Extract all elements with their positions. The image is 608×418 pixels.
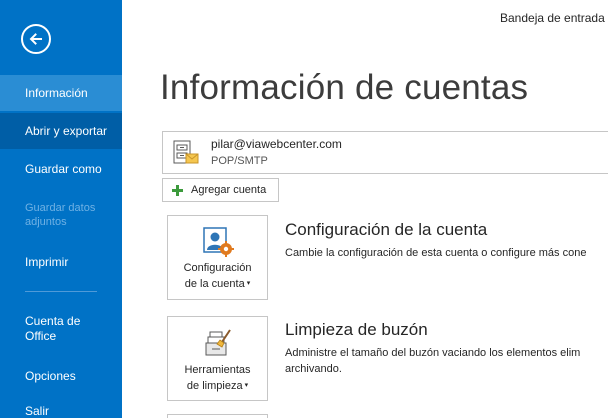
nav-item-informacion[interactable]: Información — [0, 75, 122, 111]
tile-label-line1: Herramientas — [184, 364, 251, 376]
tile-label-line1: Configuración — [183, 262, 252, 274]
section-desc-line1: Administre el tamaño del buzón vaciando … — [285, 347, 581, 359]
window-title: Bandeja de entrada - — [500, 11, 608, 25]
nav-item-label: Abrir y exportar — [25, 123, 108, 138]
nav-item-salir[interactable]: Salir — [0, 396, 122, 418]
nav-item-label: Información — [25, 85, 88, 100]
dropdown-caret-icon: ▾ — [244, 382, 249, 389]
account-email: pilar@viawebcenter.com — [211, 137, 342, 151]
add-account-label: Agregar cuenta — [191, 184, 267, 196]
tile-label-line2: de la cuenta — [184, 278, 245, 290]
account-selector[interactable]: pilar@viawebcenter.com POP/SMTP — [162, 131, 608, 174]
nav-item-label: Guardar datos adjuntos — [25, 202, 96, 228]
nav-item-label: Guardar como — [25, 161, 102, 176]
nav-item-label: Cuenta de Office — [25, 314, 81, 343]
outlook-backstage: Información Abrir y exportar Guardar com… — [0, 0, 608, 418]
nav-item-label: Opciones — [25, 368, 76, 383]
nav-item-guardar-adjuntos: Guardar datos adjuntos — [0, 195, 110, 235]
arrow-left-circle-icon — [29, 33, 42, 45]
nav-item-guardar-como[interactable]: Guardar como — [0, 151, 122, 187]
nav-item-abrir-exportar[interactable]: Abrir y exportar — [0, 113, 122, 149]
add-account-button[interactable]: Agregar cuenta — [162, 178, 279, 202]
nav-item-opciones[interactable]: Opciones — [0, 358, 122, 394]
section-title-account-settings: Configuración de la cuenta — [285, 220, 488, 239]
backstage-sidebar: Información Abrir y exportar Guardar com… — [0, 0, 122, 418]
section-title-mailbox-cleanup: Limpieza de buzón — [285, 320, 428, 339]
tile-label: Configuración de la cuenta ▾ — [168, 261, 267, 292]
section-desc-mailbox-cleanup: Administre el tamaño del buzón vaciando … — [285, 345, 608, 377]
account-settings-button[interactable]: Configuración de la cuenta ▾ — [167, 215, 268, 300]
cleanup-tools-icon — [205, 329, 231, 356]
nav-separator — [25, 291, 97, 292]
next-tile-edge — [167, 414, 268, 418]
nav-item-cuenta-office[interactable]: Cuenta de Office — [0, 309, 100, 349]
cleanup-tools-button[interactable]: Herramientas de limpieza ▾ — [167, 316, 268, 401]
section-desc-line2: archivando. — [285, 363, 342, 375]
account-settings-icon — [203, 227, 234, 257]
tile-label: Herramientas de limpieza ▾ — [168, 363, 267, 394]
dropdown-caret-icon: ▾ — [246, 280, 251, 287]
back-button[interactable] — [21, 24, 51, 54]
mail-account-icon — [173, 140, 199, 164]
page-title: Información de cuentas — [160, 68, 529, 107]
tile-label-line2: de limpieza — [186, 380, 243, 392]
nav-item-label: Salir — [25, 403, 50, 418]
plus-icon — [172, 184, 183, 196]
account-type: POP/SMTP — [211, 155, 268, 167]
nav-item-imprimir[interactable]: Imprimir — [0, 244, 122, 280]
nav-item-label: Imprimir — [25, 254, 69, 269]
section-desc-account-settings: Cambie la configuración de esta cuenta o… — [285, 247, 587, 259]
